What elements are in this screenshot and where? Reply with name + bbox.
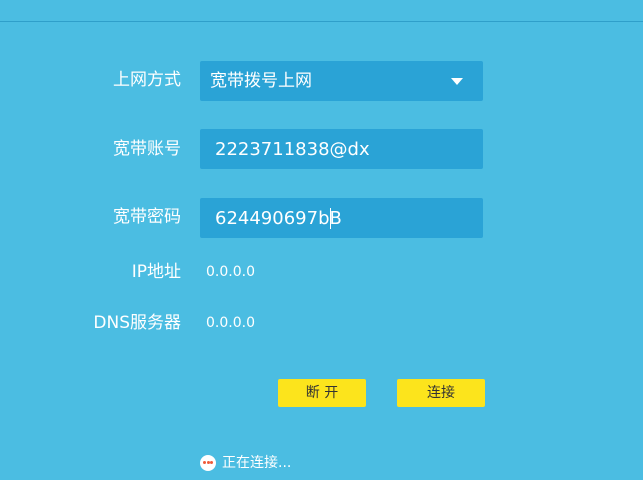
account-input[interactable] — [200, 129, 483, 169]
status-text: 正在连接... — [222, 455, 292, 471]
ip-label: IP地址 — [131, 262, 181, 282]
connection-status: 正在连接... — [200, 453, 291, 473]
account-field-wrap — [200, 129, 483, 169]
dns-label: DNS服务器 — [93, 313, 181, 333]
connection-type-label: 上网方式 — [113, 70, 181, 90]
connect-button[interactable]: 连接 — [397, 379, 485, 407]
disconnect-button[interactable]: 断 开 — [278, 379, 366, 407]
ip-value: 0.0.0.0 — [206, 264, 255, 280]
password-field-wrap — [200, 198, 483, 238]
header-divider — [0, 21, 643, 22]
chevron-down-icon[interactable] — [451, 78, 463, 85]
account-label: 宽带账号 — [113, 139, 181, 159]
dns-value: 0.0.0.0 — [206, 315, 255, 331]
ellipsis-icon — [200, 455, 216, 471]
password-label: 宽带密码 — [113, 207, 181, 227]
connection-type-select[interactable]: 宽带拨号上网 — [200, 61, 483, 101]
connection-type-value: 宽带拨号上网 — [210, 71, 312, 91]
text-cursor — [330, 208, 331, 229]
password-input[interactable] — [200, 198, 483, 238]
